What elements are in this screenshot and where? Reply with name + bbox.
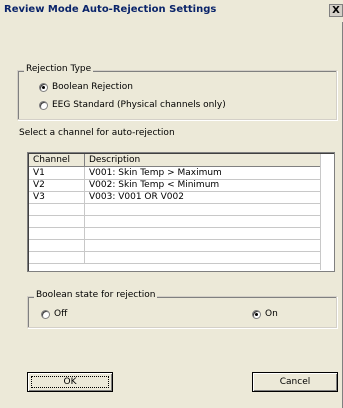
boolean-state-legend: Boolean state for rejection (34, 290, 158, 300)
ok-button-label: OK (63, 377, 77, 387)
table-header: Channel Description (29, 154, 323, 167)
ok-button[interactable]: OK (27, 372, 113, 392)
radio-label: Off (54, 309, 68, 319)
cell-channel: V1 (29, 167, 85, 179)
close-icon: X (332, 5, 340, 16)
cell-empty (29, 239, 85, 251)
column-header-channel[interactable]: Channel (29, 154, 85, 166)
radio-button[interactable] (39, 100, 48, 110)
cell-empty (29, 215, 85, 227)
cell-empty (29, 251, 85, 263)
radio-label: Boolean Rejection (52, 82, 133, 92)
cell-description: V001: Skin Temp > Maximum (85, 167, 323, 179)
radio-button[interactable] (39, 82, 48, 92)
rejection-type-group: Rejection Type Boolean Rejection EEG Sta… (17, 64, 337, 120)
table-scrollbar[interactable] (320, 154, 333, 270)
cell-empty (29, 203, 85, 215)
boolean-state-group: Boolean state for rejection Off On (27, 290, 337, 328)
radio-button[interactable] (252, 309, 261, 319)
radio-button[interactable] (41, 309, 50, 319)
cell-description: V003: V001 OR V002 (85, 191, 323, 203)
radio-on[interactable]: On (252, 309, 278, 319)
table-row-empty (29, 251, 323, 264)
channel-table[interactable]: Channel Description V1 V001: Skin Temp >… (27, 152, 335, 272)
cell-channel: V2 (29, 179, 85, 191)
cell-empty (85, 251, 323, 263)
cancel-button[interactable]: Cancel (252, 372, 338, 392)
cell-description: V002: Skin Temp < Minimum (85, 179, 323, 191)
radio-label: EEG Standard (Physical channels only) (52, 100, 226, 110)
cell-empty (85, 239, 323, 251)
cancel-button-label: Cancel (279, 377, 311, 387)
cell-empty (85, 227, 323, 239)
column-header-description[interactable]: Description (85, 154, 323, 166)
cell-empty (85, 215, 323, 227)
close-button[interactable]: X (329, 4, 343, 17)
cell-channel: V3 (29, 191, 85, 203)
radio-boolean-rejection[interactable]: Boolean Rejection (39, 82, 133, 92)
cell-empty (85, 203, 323, 215)
radio-eeg-standard[interactable]: EEG Standard (Physical channels only) (39, 100, 226, 110)
cell-empty (29, 227, 85, 239)
window-title: Review Mode Auto-Rejection Settings (4, 4, 217, 15)
radio-off[interactable]: Off (41, 309, 67, 319)
radio-label: On (265, 309, 278, 319)
title-bar[interactable]: Review Mode Auto-Rejection Settings X (0, 0, 343, 22)
channel-select-label: Select a channel for auto-rejection (19, 128, 175, 138)
dialog-window: Review Mode Auto-Rejection Settings X Re… (0, 0, 343, 408)
rejection-type-legend: Rejection Type (24, 64, 94, 74)
